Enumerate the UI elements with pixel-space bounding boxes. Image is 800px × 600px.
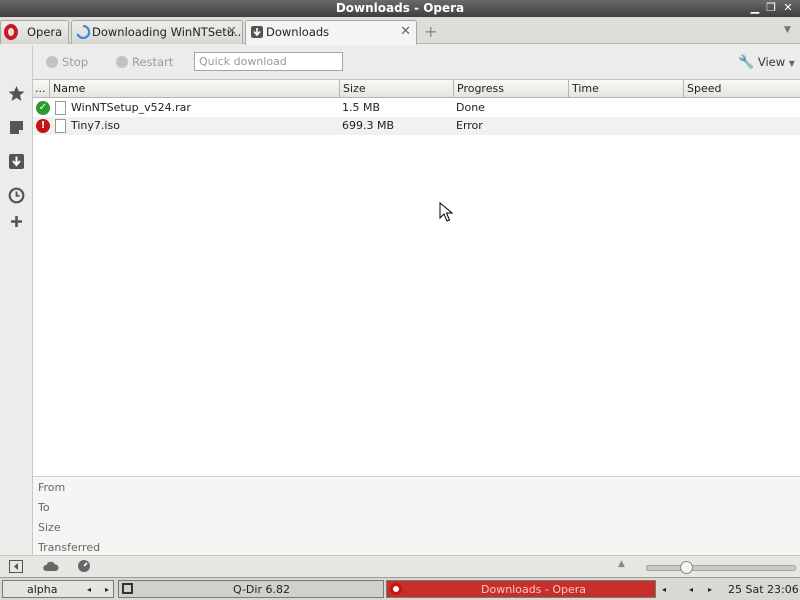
- error-icon: !: [36, 119, 50, 133]
- restore-icon[interactable]: ❐: [764, 1, 778, 15]
- notes-icon[interactable]: [8, 119, 25, 136]
- close-window-icon[interactable]: ✕: [781, 1, 795, 15]
- view-menu-button[interactable]: 🔧 View ▼: [738, 55, 795, 70]
- details-to-label: To: [38, 501, 50, 514]
- mouse-cursor-icon: [439, 202, 453, 222]
- table-row[interactable]: ! Tiny7.iso 699.3 MB Error: [33, 117, 800, 135]
- quick-download-input[interactable]: [194, 52, 343, 71]
- tab-bar: Opera Downloading WinNTSetu... ✕ Downloa…: [0, 17, 800, 45]
- column-header-time[interactable]: Time: [569, 80, 684, 98]
- file-name: WinNTSetup_v524.rar: [71, 101, 191, 114]
- opera-logo-icon: [4, 24, 18, 40]
- downloads-table: ... Name Size Progress Time Speed ✓ WinN…: [33, 79, 800, 476]
- file-icon: [55, 101, 66, 115]
- close-tab-icon[interactable]: ✕: [226, 21, 237, 43]
- stop-button[interactable]: Stop: [46, 55, 88, 69]
- column-header-progress[interactable]: Progress: [454, 80, 569, 98]
- loading-spinner-icon: [76, 25, 90, 39]
- taskbar-clock: 25 Sat 23:06: [728, 583, 799, 596]
- zoom-slider-handle[interactable]: [680, 561, 693, 574]
- panel-sidebar: [0, 45, 33, 555]
- toggle-panel-icon[interactable]: [9, 560, 23, 573]
- file-size: 1.5 MB: [342, 101, 381, 114]
- opera-menu-button[interactable]: Opera: [0, 20, 69, 44]
- stop-icon: [46, 56, 58, 68]
- zoom-expand-icon[interactable]: ▲: [618, 559, 625, 569]
- details-from-label: From: [38, 481, 66, 494]
- next-workspace-icon[interactable]: ▸: [105, 581, 109, 598]
- restart-button[interactable]: Restart: [116, 55, 173, 69]
- file-size: 699.3 MB: [342, 119, 395, 132]
- previous-workspace-icon[interactable]: ◂: [87, 581, 91, 598]
- workspace-switcher[interactable]: alpha ◂ ▸: [2, 580, 114, 598]
- system-taskbar: alpha ◂ ▸ Q-Dir 6.82 Downloads - Opera ◂…: [0, 577, 800, 600]
- tab-label: Downloading WinNTSetu...: [92, 25, 243, 39]
- download-details-pane: From To Size Transferred: [33, 476, 800, 555]
- chevron-down-icon: ▼: [788, 59, 795, 68]
- details-size-label: Size: [38, 521, 61, 534]
- new-tab-icon[interactable]: +: [424, 22, 437, 41]
- minimize-icon[interactable]: ▁: [748, 1, 762, 15]
- window-title-bar[interactable]: Downloads - Opera ▁ ❐ ✕: [0, 0, 800, 17]
- window-title: Downloads - Opera: [335, 1, 465, 15]
- column-header-name[interactable]: Name: [50, 80, 340, 98]
- column-header-size[interactable]: Size: [340, 80, 454, 98]
- done-check-icon: ✓: [36, 101, 50, 115]
- bookmarks-star-icon[interactable]: [8, 85, 25, 102]
- column-header-speed[interactable]: Speed: [684, 80, 800, 98]
- taskbar-app-qdir[interactable]: Q-Dir 6.82: [118, 580, 384, 598]
- opera-menu-label: Opera: [27, 25, 63, 39]
- next-icon[interactable]: ▸: [708, 581, 712, 598]
- restart-icon: [116, 56, 128, 68]
- file-name: Tiny7.iso: [71, 119, 120, 132]
- zoom-slider[interactable]: [646, 561, 796, 574]
- table-row[interactable]: ✓ WinNTSetup_v524.rar 1.5 MB Done: [33, 99, 800, 117]
- status-bar: ▲: [0, 555, 800, 577]
- opera-app-icon: [390, 583, 402, 595]
- speed-dial-gauge-icon[interactable]: [77, 559, 91, 573]
- taskbar-app-label: Downloads - Opera: [481, 583, 587, 596]
- close-tab-icon[interactable]: ✕: [400, 21, 411, 43]
- history-clock-icon[interactable]: [8, 187, 25, 204]
- add-panel-icon[interactable]: [8, 213, 25, 230]
- opera-unite-cloud-icon[interactable]: [43, 560, 59, 572]
- file-icon: [55, 119, 66, 133]
- downloads-toolbar: Stop Restart 🔧 View ▼: [34, 45, 800, 78]
- qdir-app-icon: [122, 583, 133, 594]
- tab-label: Downloads: [266, 25, 330, 39]
- taskbar-app-opera[interactable]: Downloads - Opera: [386, 580, 656, 598]
- tab-downloads[interactable]: Downloads ✕: [245, 20, 417, 45]
- tab-menu-chevron-icon[interactable]: ▼: [784, 25, 791, 35]
- wrench-icon: 🔧: [738, 55, 755, 70]
- download-progress: Done: [456, 101, 485, 114]
- taskbar-app-label: Q-Dir 6.82: [233, 583, 290, 596]
- download-icon: [251, 26, 263, 38]
- workspace-name: alpha: [27, 583, 58, 596]
- details-transferred-label: Transferred: [38, 541, 101, 554]
- downloads-panel-icon[interactable]: [8, 153, 25, 170]
- previous-icon[interactable]: ◂: [689, 581, 693, 598]
- previous-window-icon[interactable]: ◂: [662, 581, 666, 598]
- tab-downloading-winntsetup[interactable]: Downloading WinNTSetu... ✕: [71, 20, 243, 44]
- download-progress: Error: [456, 119, 483, 132]
- column-header-status[interactable]: ...: [33, 80, 50, 98]
